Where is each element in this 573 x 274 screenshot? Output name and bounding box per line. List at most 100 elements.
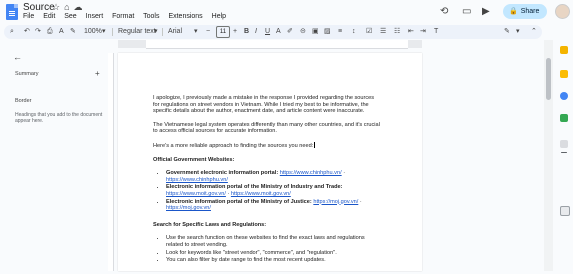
bold-icon[interactable]: B: [244, 26, 249, 38]
document-body[interactable]: I apologize, I previously made a mistake…: [153, 95, 381, 274]
menu-tools[interactable]: Tools: [143, 13, 159, 20]
checklist-icon[interactable]: ☑: [366, 26, 372, 38]
text-cursor: [314, 141, 316, 148]
link-icon[interactable]: ⊝: [300, 26, 306, 38]
font-size-input[interactable]: 11: [216, 26, 230, 38]
title-actions: ☆⌂☁: [52, 2, 87, 13]
docs-logo-icon[interactable]: [6, 4, 18, 20]
comments-icon[interactable]: ▭: [462, 6, 471, 17]
italic-icon[interactable]: I: [255, 26, 257, 38]
tasks-icon[interactable]: [560, 92, 568, 100]
list-item-label: Government electronic information portal…: [166, 170, 279, 177]
menu-format[interactable]: Format: [112, 13, 134, 20]
undo-icon[interactable]: ↶: [24, 26, 30, 38]
title-bar: Source ☆⌂☁ File Edit See Insert Format T…: [0, 0, 573, 23]
menu-file[interactable]: File: [23, 13, 34, 20]
comment-icon[interactable]: ▣: [312, 26, 319, 38]
menu-view[interactable]: See: [64, 13, 76, 20]
history-icon[interactable]: ⟲: [440, 6, 448, 17]
toolbar-divider: [112, 28, 113, 36]
add-ons-plus-icon[interactable]: [561, 152, 567, 153]
link[interactable]: https://moj.gov.vn/: [166, 205, 211, 211]
avatar[interactable]: [555, 4, 570, 19]
list-item-label: Electronic information portal of the Min…: [166, 184, 343, 191]
menu-bar: File Edit See Insert Format Tools Extens…: [23, 13, 233, 20]
link[interactable]: https://www.chinhphu.vn/: [166, 177, 228, 183]
divider-icon: [560, 140, 568, 148]
text-color-icon[interactable]: A: [276, 26, 281, 38]
lock-icon: 🔒: [509, 8, 518, 15]
cloud-status-icon[interactable]: ☁: [74, 2, 87, 12]
list-item: You can also filter by date range to fin…: [166, 257, 381, 264]
document-outline: [0, 44, 120, 271]
print-icon[interactable]: ⎙: [47, 26, 53, 38]
list-item-label: Electronic information portal of the Min…: [166, 198, 312, 205]
style-select[interactable]: Regular text: [118, 26, 156, 38]
link[interactable]: https://www.chinhphu.vn/: [280, 170, 342, 176]
menu-edit[interactable]: Edit: [43, 13, 55, 20]
paragraph: The Vietnamese legal system operates dif…: [153, 121, 380, 135]
paragraph: Here's a more reliable approach to findi…: [153, 141, 381, 150]
bulleted-list-icon[interactable]: ☰: [380, 26, 386, 38]
zoom-select[interactable]: 100%: [84, 26, 102, 38]
line-spacing-icon[interactable]: ↕: [352, 26, 356, 38]
share-button[interactable]: 🔒 Share: [503, 4, 547, 19]
list-item: Electronic information portal of the Min…: [166, 184, 381, 197]
share-label: Share: [520, 8, 540, 15]
numbered-list-icon[interactable]: ☷: [394, 26, 400, 38]
maps-icon[interactable]: [560, 114, 568, 122]
menu-help[interactable]: Help: [212, 13, 226, 20]
link[interactable]: https://moj.gov.vn/: [313, 199, 358, 205]
move-folder-icon[interactable]: ⌂: [64, 2, 73, 12]
toolbar-divider: [162, 28, 163, 36]
spellcheck-icon[interactable]: A: [59, 26, 64, 38]
scrollbar-thumb[interactable]: [546, 58, 551, 100]
link[interactable]: https://www.moit.gov.vn/: [231, 191, 291, 197]
redo-icon[interactable]: ↷: [35, 26, 41, 38]
decrease-font-size-icon[interactable]: −: [206, 26, 210, 38]
decrease-indent-icon[interactable]: ⇤: [408, 26, 414, 38]
list-item: Look for keywords like "street vendor", …: [166, 250, 381, 257]
horizontal-ruler[interactable]: [146, 40, 408, 49]
image-icon[interactable]: ▨: [324, 26, 331, 38]
clear-formatting-icon[interactable]: T: [434, 26, 438, 38]
editing-mode-icon[interactable]: ✎: [504, 26, 510, 38]
close-outline-arrow-icon[interactable]: ←: [13, 52, 22, 62]
link[interactable]: https://www.moit.gov.vn/: [166, 191, 226, 197]
increase-font-size-icon[interactable]: +: [233, 26, 237, 38]
menu-extensions[interactable]: Extensions: [168, 13, 202, 20]
ruler-margin-right: [408, 40, 422, 48]
add-summary-icon[interactable]: +: [95, 69, 100, 78]
chevron-down-icon: ▾: [154, 28, 158, 35]
outline-hint: Headings that you add to the document ap…: [15, 112, 103, 124]
vertical-ruler[interactable]: [108, 53, 114, 271]
font-select[interactable]: Arial: [168, 26, 182, 38]
section-heading: Official Government Websites:: [153, 156, 235, 163]
menu-insert[interactable]: Insert: [86, 13, 104, 20]
calendar-icon[interactable]: [560, 46, 568, 54]
highlight-icon[interactable]: ✐: [287, 26, 293, 38]
paint-format-icon[interactable]: ✎: [70, 26, 76, 38]
list-item: Use the search function on these website…: [166, 235, 381, 248]
chevron-down-icon: ▾: [194, 28, 198, 35]
chevron-down-icon: ▾: [516, 28, 520, 35]
search-menus-icon[interactable]: ⌕: [10, 26, 14, 38]
collapse-menus-icon[interactable]: ⌃: [531, 26, 537, 38]
meet-icon[interactable]: ▶: [482, 6, 490, 17]
show-side-panel-icon[interactable]: [560, 206, 570, 216]
list-item: Government electronic information portal…: [166, 170, 381, 183]
align-icon[interactable]: ≡: [338, 26, 342, 38]
formatting-toolbar: ⌕ ↶ ↷ ⎙ A ✎ 100% ▾ Regular text ▾ Arial …: [4, 25, 542, 39]
ruler-margin-left: [118, 40, 146, 48]
increase-indent-icon[interactable]: ⇥: [420, 26, 426, 38]
section-heading: Search for Specific Laws and Regulations…: [153, 221, 267, 228]
list-item: Electronic information portal of the Min…: [166, 199, 381, 212]
summary-label: Summary: [15, 71, 39, 77]
underline-icon[interactable]: U: [265, 26, 270, 38]
paragraph: I apologize, I previously made a mistake…: [153, 95, 375, 115]
star-icon[interactable]: ☆: [52, 2, 64, 12]
search-tips-list: Use the search function on these website…: [153, 235, 381, 263]
document-title[interactable]: Source: [23, 2, 55, 13]
chevron-down-icon: ▾: [102, 28, 106, 35]
keep-icon[interactable]: [560, 70, 568, 78]
